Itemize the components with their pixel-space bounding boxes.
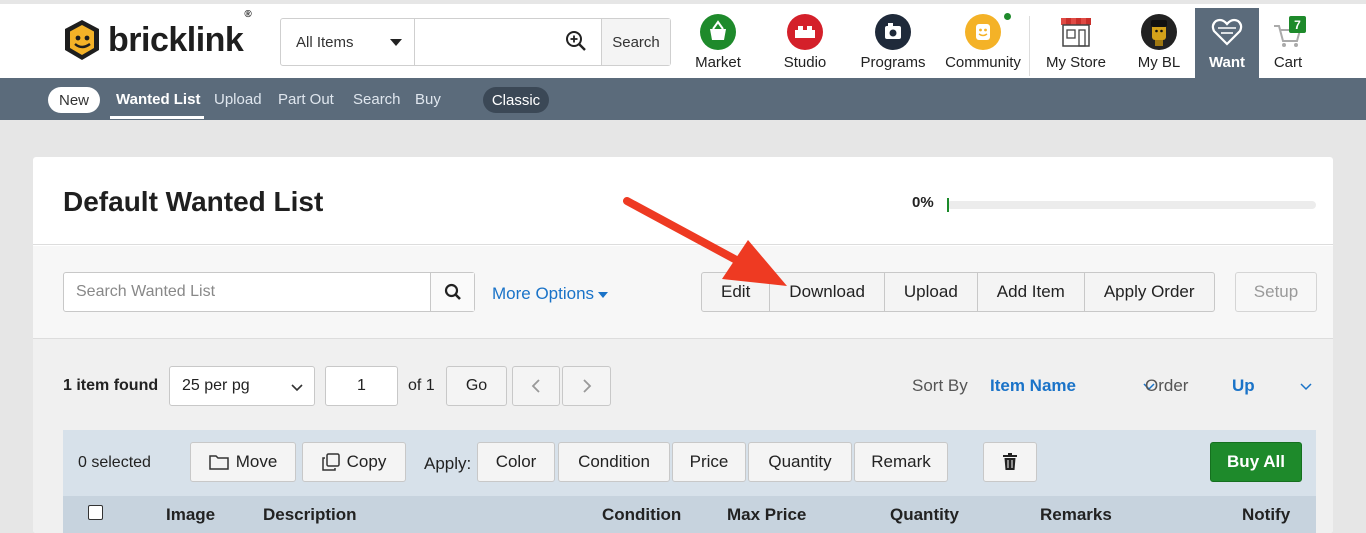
- next-page-button[interactable]: [562, 366, 611, 406]
- nav-my-store[interactable]: My Store: [1044, 14, 1108, 76]
- avatar: [1141, 14, 1177, 50]
- global-search-input[interactable]: [415, 19, 601, 65]
- edit-button[interactable]: Edit: [702, 273, 771, 311]
- page-number-input[interactable]: 1: [325, 366, 398, 406]
- chevron-down-icon: [291, 384, 303, 392]
- apply-order-button[interactable]: Apply Order: [1085, 273, 1214, 311]
- minifig-face-icon: [965, 13, 1011, 50]
- logo-brick-icon: [65, 20, 99, 60]
- select-all-checkbox[interactable]: [88, 505, 103, 520]
- nav-want[interactable]: Want: [1195, 8, 1259, 82]
- chevron-down-icon[interactable]: [1300, 382, 1312, 392]
- classic-pill[interactable]: Classic: [483, 87, 549, 113]
- wanted-list-card: Default Wanted List 0% Search Wanted Lis…: [33, 157, 1333, 533]
- subnav-buy[interactable]: Buy: [415, 91, 441, 108]
- logo-text: bricklink®: [108, 8, 252, 59]
- wanted-search-input[interactable]: Search Wanted List: [64, 273, 430, 311]
- nav-divider: [1029, 16, 1030, 76]
- buy-all-button[interactable]: Buy All: [1210, 442, 1302, 482]
- progress-bar: [947, 198, 1316, 212]
- move-button[interactable]: Move: [190, 442, 296, 482]
- wanted-search-box: Search Wanted List: [63, 272, 475, 312]
- page-total: of 1: [408, 377, 435, 394]
- page-title: Default Wanted List: [63, 186, 324, 217]
- results-area: 1 item found 25 per pg 1 of 1 Go Sort By…: [33, 339, 1333, 533]
- copy-icon: [321, 453, 340, 471]
- sub-navigation: New Wanted List Upload Part Out Search B…: [0, 78, 1366, 120]
- folder-icon: [208, 455, 229, 470]
- nav-my-bl[interactable]: My BL: [1134, 14, 1184, 76]
- apply-color-button[interactable]: Color: [477, 442, 555, 482]
- heart-icon: [1209, 14, 1245, 50]
- per-page-select[interactable]: 25 per pg: [169, 366, 315, 406]
- copy-button[interactable]: Copy: [302, 442, 406, 482]
- chevron-left-icon: [531, 379, 540, 393]
- cart-icon: 7: [1270, 14, 1306, 50]
- nav-cart[interactable]: 7 Cart: [1268, 14, 1308, 76]
- apply-label: Apply:: [424, 454, 472, 473]
- upload-button[interactable]: Upload: [885, 273, 978, 311]
- table-header: Image Description Condition Max Price Qu…: [63, 496, 1316, 533]
- order-select[interactable]: Up: [1232, 376, 1255, 396]
- nav-market[interactable]: Market: [688, 14, 748, 76]
- brick-icon: [787, 14, 823, 50]
- setup-button[interactable]: Setup: [1235, 272, 1317, 312]
- wanted-search-button[interactable]: [430, 273, 474, 311]
- delete-button[interactable]: [983, 442, 1037, 482]
- cart-count-badge: 7: [1289, 16, 1306, 33]
- prev-page-button[interactable]: [512, 366, 560, 406]
- col-quantity[interactable]: Quantity: [890, 505, 959, 525]
- add-item-button[interactable]: Add Item: [978, 273, 1085, 311]
- chevron-right-icon: [582, 379, 591, 393]
- nav-programs[interactable]: Programs: [860, 14, 926, 76]
- online-dot-icon: [1004, 13, 1011, 20]
- selection-bar: 0 selected Move Copy Apply: Color Condit…: [63, 430, 1316, 496]
- result-count: 1 item found: [63, 377, 159, 394]
- progress-percent: 0%: [912, 194, 934, 211]
- go-button[interactable]: Go: [446, 366, 507, 406]
- caret-down-icon: [598, 291, 609, 298]
- col-max-price[interactable]: Max Price: [727, 505, 806, 525]
- global-search: All Items Search: [280, 18, 671, 66]
- zoom-in-icon[interactable]: [565, 30, 587, 52]
- camera-icon: [875, 14, 911, 50]
- search-icon: [444, 283, 461, 300]
- col-remarks[interactable]: Remarks: [1040, 505, 1112, 525]
- col-description[interactable]: Description: [263, 505, 357, 525]
- list-action-buttons: Edit Download Upload Add Item Apply Orde…: [701, 272, 1215, 312]
- nav-community[interactable]: Community: [944, 13, 1022, 76]
- col-notify[interactable]: Notify: [1242, 505, 1290, 525]
- col-image[interactable]: Image: [166, 505, 215, 525]
- download-button[interactable]: Download: [770, 273, 885, 311]
- col-condition[interactable]: Condition: [602, 505, 681, 525]
- apply-remark-button[interactable]: Remark: [854, 442, 948, 482]
- nav-studio[interactable]: Studio: [775, 14, 835, 76]
- order-label: Order: [1145, 376, 1189, 395]
- subnav-wanted-list[interactable]: Wanted List: [116, 91, 200, 108]
- new-pill[interactable]: New: [48, 87, 100, 113]
- basket-icon: [700, 14, 736, 50]
- list-toolbar: Search Wanted List More Options Edit Dow…: [33, 246, 1333, 339]
- search-scope-select[interactable]: All Items: [281, 19, 415, 65]
- apply-quantity-button[interactable]: Quantity: [748, 442, 852, 482]
- sort-by-label: Sort By: [912, 376, 968, 395]
- bricklink-logo[interactable]: bricklink®: [62, 8, 252, 62]
- card-header: Default Wanted List 0%: [33, 157, 1333, 245]
- selected-count: 0 selected: [78, 454, 151, 471]
- caret-down-icon: [390, 39, 402, 46]
- sort-by-select[interactable]: Item Name: [990, 376, 1076, 396]
- global-search-button[interactable]: Search: [601, 19, 670, 65]
- active-tab-indicator: [110, 116, 204, 119]
- apply-price-button[interactable]: Price: [672, 442, 746, 482]
- apply-condition-button[interactable]: Condition: [558, 442, 670, 482]
- subnav-search[interactable]: Search: [353, 91, 401, 108]
- storefront-icon: [1058, 14, 1094, 50]
- subnav-upload[interactable]: Upload: [214, 91, 262, 108]
- subnav-part-out[interactable]: Part Out: [278, 91, 334, 108]
- trash-icon: [1003, 453, 1017, 470]
- more-options-link[interactable]: More Options: [492, 284, 609, 304]
- top-header: bricklink® All Items Search Market Studi…: [0, 0, 1366, 82]
- progress-fill: [947, 198, 949, 212]
